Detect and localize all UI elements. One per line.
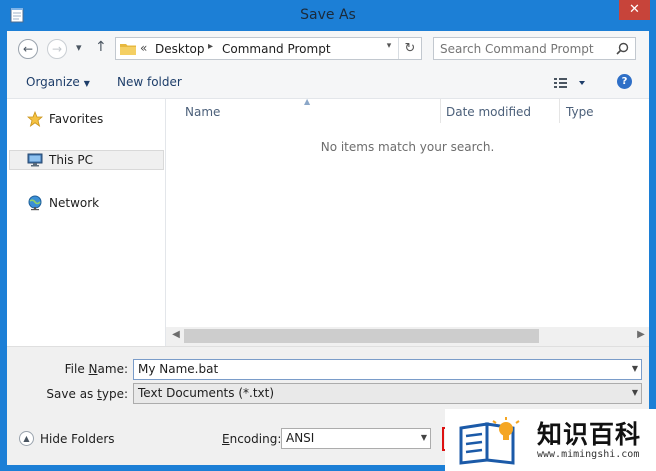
change-view-button[interactable] [554,75,586,91]
scrollbar-thumb[interactable] [184,329,539,343]
column-header-type[interactable]: Type [566,105,594,119]
window-title: Save As [300,7,356,23]
network-icon [28,195,42,211]
breadcrumb-separator[interactable]: ▸ [208,41,213,52]
empty-message: No items match your search. [320,140,495,154]
search-box[interactable] [433,37,636,60]
sidebar-item-label: Network [49,196,100,210]
close-button[interactable]: ✕ [619,0,650,20]
up-button[interactable]: ↑ [95,39,107,55]
title-bar[interactable]: Save As ✕ [0,0,656,31]
horizontal-scrollbar[interactable]: ◀ ▶ [166,327,649,346]
file-name-field[interactable]: My Name.bat ▼ [133,359,642,380]
breadcrumb-command-prompt[interactable]: Command Prompt [222,42,331,56]
file-name-dropdown-icon[interactable]: ▼ [632,364,638,373]
save-as-type-dropdown-icon[interactable]: ▼ [632,388,638,397]
save-as-type-select[interactable]: Text Documents (*.txt) ▼ [133,383,642,404]
save-as-type-label-prefix: Save as [46,387,98,401]
save-as-type-label: Save as type: [7,387,128,401]
scroll-right-button[interactable]: ▶ [633,329,649,340]
file-name-label-prefix: File [64,362,89,376]
computer-icon [27,153,43,167]
search-icon[interactable] [616,42,629,55]
file-name-label-suffix: ame: [97,362,128,376]
encoding-label-suffix: ncoding: [229,432,282,446]
file-name-label-accesskey: N [88,362,98,376]
breadcrumb-desktop[interactable]: Desktop [155,42,205,56]
forward-button[interactable]: → [47,39,67,59]
sort-ascending-icon: ▲ [304,97,311,106]
address-row: ← → ▾ ↑ « Desktop ▸ Command Prompt ▾ ↻ [7,31,649,66]
organize-caret-icon: ▼ [83,79,90,88]
folder-icon [120,44,136,55]
organize-label: Organize [26,75,80,89]
encoding-label-accesskey: E [222,432,230,446]
save-as-type-value: Text Documents (*.txt) [138,386,275,400]
encoding-label: Encoding: [222,432,281,446]
scroll-left-button[interactable]: ◀ [168,329,184,340]
column-header-name[interactable]: Name [185,105,220,119]
file-name-label: File Name: [7,362,128,376]
search-input[interactable] [440,41,608,56]
address-bar[interactable]: « Desktop ▸ Command Prompt ▾ ↻ [115,37,422,60]
sidebar-item-label: Favorites [49,112,104,126]
breadcrumb-overflow[interactable]: « [140,41,147,55]
new-folder-button[interactable]: New folder [117,75,182,89]
watermark-text: 知识百科 [537,420,642,449]
address-dropdown-button[interactable]: ▾ [382,41,396,51]
watermark-url: www.mimingshi.com [537,449,640,460]
back-button[interactable]: ← [18,39,38,59]
collapse-icon: ▲ [19,431,34,446]
column-header-date-modified[interactable]: Date modified [446,105,531,119]
command-bar: Organize ▼ New folder ? [7,66,649,99]
help-icon[interactable]: ? [617,74,632,89]
file-list: Name ▲ Date modified Type No items match… [166,97,649,346]
book-lightbulb-logo [459,417,520,465]
save-as-dialog: Save As ✕ ← → ▾ ↑ « Desktop ▸ Command Pr… [0,0,656,471]
column-divider[interactable] [440,99,441,123]
encoding-value: ANSI [286,431,315,445]
sidebar-item-network[interactable]: Network [9,193,164,213]
file-name-value: My Name.bat [138,362,219,376]
refresh-button[interactable]: ↻ [398,38,421,59]
star-icon [27,111,43,127]
navigation-pane: Favorites This PC Network [7,99,166,346]
encoding-dropdown-icon[interactable]: ▼ [421,433,427,442]
hide-folders-label: Hide Folders [40,432,115,446]
column-divider[interactable] [559,99,560,123]
encoding-select[interactable]: ANSI ▼ [281,428,431,449]
dialog-client: ← → ▾ ↑ « Desktop ▸ Command Prompt ▾ ↻ S… [7,31,649,465]
recent-locations-button[interactable]: ▾ [76,41,82,54]
sidebar-item-label: This PC [49,153,93,167]
organize-button[interactable]: Organize ▼ [26,75,90,89]
sidebar-item-favorites[interactable]: Favorites [9,109,164,129]
save-as-type-label-suffix: ype: [101,387,128,401]
watermark: 知识百科 www.mimingshi.com [445,409,656,471]
sidebar-item-this-pc[interactable]: This PC [9,150,164,170]
